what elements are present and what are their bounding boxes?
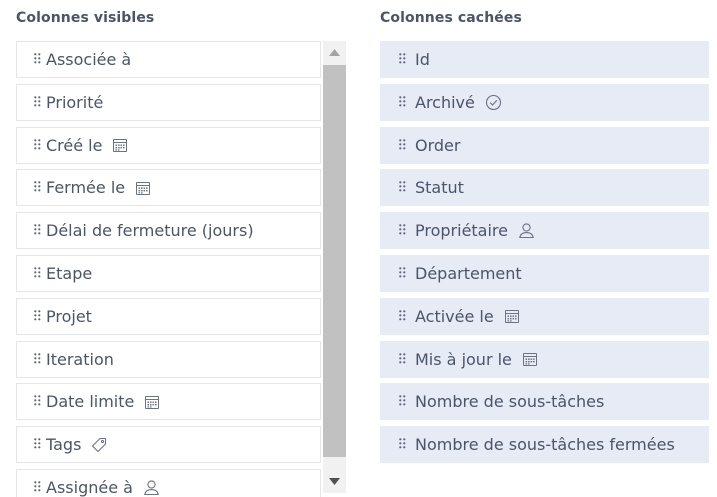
hidden-columns-item-label: Département bbox=[415, 263, 522, 283]
calendar-icon bbox=[144, 394, 160, 410]
calendar-icon bbox=[135, 180, 151, 196]
visible-columns-item[interactable]: Tags bbox=[16, 426, 321, 464]
visible-columns-item[interactable]: Projet bbox=[16, 297, 321, 335]
visible-columns-item-label: Iteration bbox=[46, 349, 114, 369]
drag-handle-icon[interactable] bbox=[34, 138, 41, 150]
hidden-columns-item-label: Nombre de sous-tâches fermées bbox=[415, 435, 675, 455]
drag-handle-icon[interactable] bbox=[34, 267, 41, 278]
scroll-down-arrow-icon[interactable] bbox=[323, 470, 346, 493]
visible-columns-item-label: Assignée à bbox=[46, 477, 133, 497]
drag-handle-icon[interactable] bbox=[399, 181, 406, 192]
drag-handle-icon[interactable] bbox=[34, 352, 41, 364]
visible-columns-title: Colonnes visibles bbox=[16, 10, 155, 26]
drag-handle-icon[interactable] bbox=[34, 181, 41, 192]
drag-handle-icon[interactable] bbox=[399, 309, 406, 321]
hidden-columns-item[interactable]: Nombre de sous-tâches bbox=[380, 383, 709, 421]
hidden-columns-item[interactable]: Order bbox=[380, 126, 709, 164]
hidden-columns-title: Colonnes cachées bbox=[380, 10, 522, 26]
drag-handle-icon[interactable] bbox=[34, 95, 41, 107]
visible-columns-list[interactable]: Associée à Priorité Créé le Fermée le Délai … bbox=[16, 41, 346, 497]
drag-handle-icon[interactable] bbox=[399, 438, 406, 449]
calendar-icon bbox=[522, 351, 538, 367]
visible-columns-item[interactable]: Fermée le bbox=[16, 169, 321, 207]
visible-columns-item[interactable]: Associée à bbox=[16, 41, 321, 78]
drag-handle-icon[interactable] bbox=[399, 267, 406, 278]
hidden-columns-item[interactable]: Nombre de sous-tâches fermées bbox=[380, 426, 709, 464]
visible-columns-item[interactable]: Date limite bbox=[16, 383, 321, 421]
hidden-columns-item[interactable]: Id bbox=[380, 41, 709, 78]
visible-columns-item-label: Délai de fermeture (jours) bbox=[46, 221, 254, 241]
user-icon bbox=[518, 222, 535, 239]
drag-handle-icon[interactable] bbox=[34, 395, 41, 406]
visible-columns-item-label: Associée à bbox=[46, 50, 132, 69]
visible-columns-item[interactable]: Délai de fermeture (jours) bbox=[16, 212, 321, 250]
visible-columns-item[interactable]: Assignée à bbox=[16, 468, 321, 497]
hidden-columns-item-label: Activée le bbox=[415, 306, 494, 326]
scroll-up-arrow-icon[interactable] bbox=[323, 41, 346, 64]
visible-columns-item[interactable]: Iteration bbox=[16, 340, 321, 378]
drag-handle-icon[interactable] bbox=[34, 438, 41, 449]
hidden-columns-item-label: Mis à jour le bbox=[415, 349, 512, 369]
hidden-columns-item[interactable]: Propriétaire bbox=[380, 212, 709, 250]
hidden-columns-item-label: Nombre de sous-tâches bbox=[415, 392, 605, 412]
visible-columns-items: Associée à Priorité Créé le Fermée le Délai … bbox=[16, 41, 321, 497]
user-icon bbox=[143, 479, 160, 496]
hidden-columns-item[interactable]: Activée le bbox=[380, 297, 709, 335]
drag-handle-icon[interactable] bbox=[399, 95, 406, 107]
drag-handle-icon[interactable] bbox=[399, 224, 406, 235]
hidden-columns-item[interactable]: Mis à jour le bbox=[380, 340, 709, 378]
calendar-icon bbox=[504, 308, 520, 324]
drag-handle-icon[interactable] bbox=[34, 481, 41, 492]
visible-columns-scrollbar[interactable] bbox=[323, 41, 346, 493]
hidden-columns-item[interactable]: Département bbox=[380, 254, 709, 292]
visible-columns-item[interactable]: Etape bbox=[16, 254, 321, 292]
visible-columns-item-label: Priorité bbox=[46, 92, 104, 112]
drag-handle-icon[interactable] bbox=[399, 352, 406, 364]
tag-icon bbox=[91, 437, 107, 453]
hidden-columns-item-label: Propriétaire bbox=[415, 221, 508, 241]
drag-handle-icon[interactable] bbox=[34, 53, 41, 64]
hidden-columns-list[interactable]: Id Archivé Order Statut Propriétaire Départem… bbox=[380, 41, 709, 469]
visible-columns-item-label: Fermée le bbox=[46, 178, 126, 198]
visible-columns-item-label: Projet bbox=[46, 306, 92, 326]
hidden-columns-item-label: Id bbox=[415, 50, 430, 69]
calendar-icon bbox=[112, 137, 128, 153]
visible-columns-item[interactable]: Créé le bbox=[16, 126, 321, 164]
scroll-thumb[interactable] bbox=[323, 65, 346, 457]
hidden-columns-item-label: Order bbox=[415, 135, 461, 155]
hidden-columns-item-label: Statut bbox=[415, 178, 464, 198]
visible-columns-item-label: Créé le bbox=[46, 135, 103, 155]
hidden-columns-item-label: Archivé bbox=[415, 92, 475, 112]
column-settings: Colonnes visibles Colonnes cachées Assoc… bbox=[0, 0, 717, 497]
drag-handle-icon[interactable] bbox=[34, 224, 41, 235]
check-circle-icon bbox=[485, 94, 502, 111]
hidden-columns-item[interactable]: Archivé bbox=[380, 83, 709, 121]
visible-columns-item[interactable]: Priorité bbox=[16, 83, 321, 121]
drag-handle-icon[interactable] bbox=[399, 395, 406, 406]
hidden-columns-item[interactable]: Statut bbox=[380, 169, 709, 207]
visible-columns-item-label: Date limite bbox=[46, 392, 135, 412]
drag-handle-icon[interactable] bbox=[399, 138, 406, 150]
drag-handle-icon[interactable] bbox=[399, 53, 406, 64]
visible-columns-item-label: Etape bbox=[46, 263, 93, 283]
drag-handle-icon[interactable] bbox=[34, 309, 41, 321]
visible-columns-item-label: Tags bbox=[46, 435, 82, 455]
